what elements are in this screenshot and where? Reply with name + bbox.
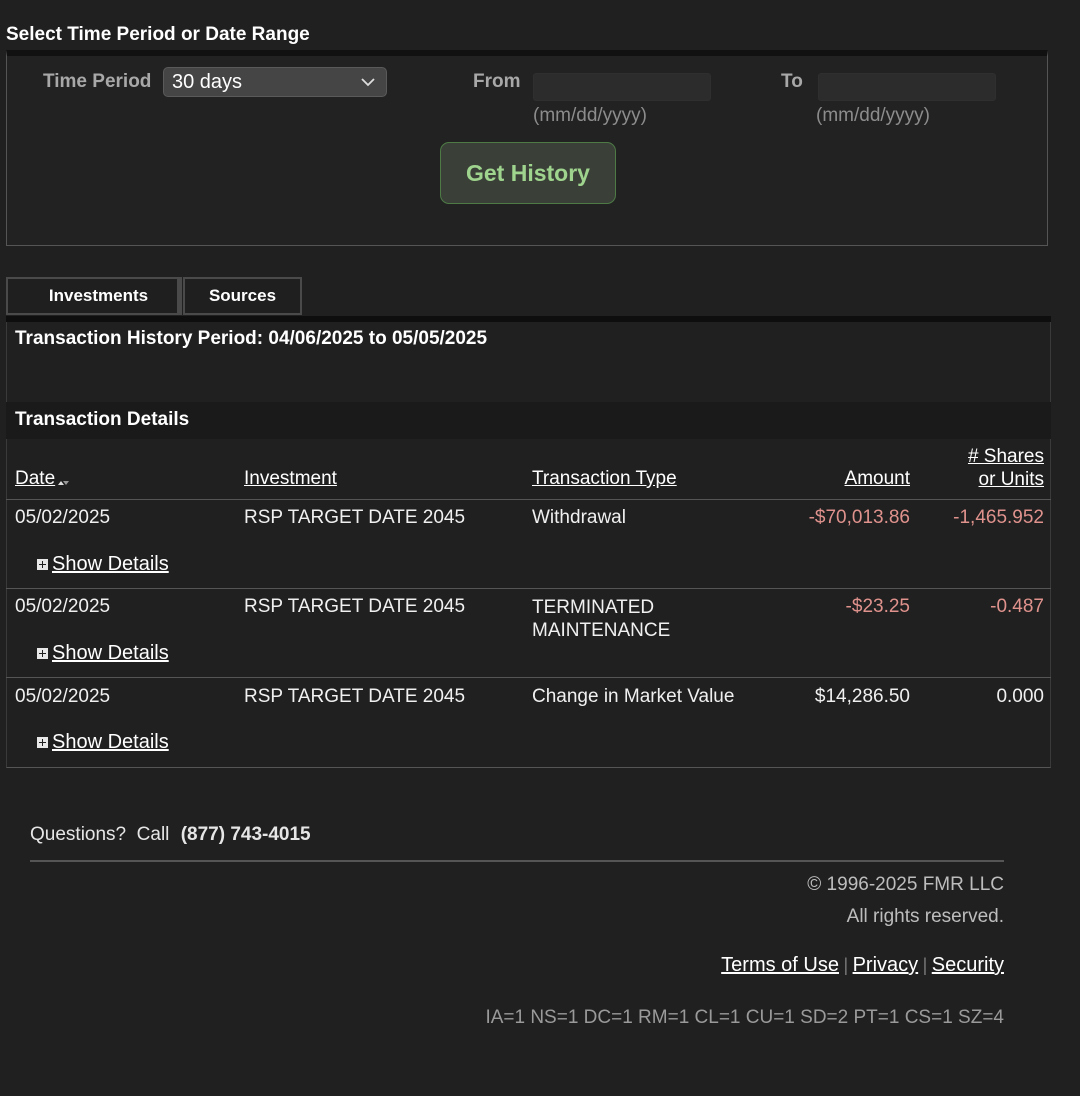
- row-1-shares: -1,465.952: [953, 507, 1044, 528]
- row-2-show-details-label: Show Details: [52, 642, 169, 664]
- to-date-input[interactable]: [818, 73, 996, 101]
- phone-number: (877) 743-4015: [180, 824, 311, 845]
- sort-icon: [57, 470, 70, 485]
- copyright: © 1996-2025 FMR LLC: [807, 874, 1004, 895]
- row-divider: [6, 588, 1051, 589]
- row-2-investment: RSP TARGET DATE 2045: [244, 596, 466, 617]
- row-3-type: Change in Market Value: [532, 686, 735, 707]
- time-period-select[interactable]: 30 days: [163, 67, 387, 97]
- to-label: To: [781, 71, 803, 92]
- tab-investments[interactable]: Investments: [6, 277, 182, 315]
- row-1-date: 05/02/2025: [15, 507, 111, 528]
- expand-plus-icon: [37, 559, 48, 570]
- row-2-type: TERMINATED MAINTENANCE: [532, 596, 670, 642]
- column-header-shares-line2: or Units: [978, 469, 1044, 490]
- tab-sources[interactable]: Sources: [183, 277, 302, 315]
- row-3-show-details-label: Show Details: [52, 731, 169, 753]
- section-title: Select Time Period or Date Range: [6, 24, 310, 45]
- to-date-hint: (mm/dd/yyyy): [816, 105, 930, 126]
- row-3-show-details[interactable]: Show Details: [37, 731, 169, 754]
- time-period-value: 30 days: [172, 71, 243, 93]
- row-2-type-line1: TERMINATED: [532, 597, 655, 618]
- table-header-divider: [6, 499, 1051, 500]
- row-3-date: 05/02/2025: [15, 686, 111, 707]
- row-1-investment: RSP TARGET DATE 2045: [244, 507, 466, 528]
- column-header-shares[interactable]: # Shares or Units: [968, 445, 1044, 491]
- get-history-button[interactable]: Get History: [440, 142, 616, 204]
- column-header-amount[interactable]: Amount: [845, 468, 910, 490]
- transaction-details-header: Transaction Details: [6, 402, 1051, 439]
- row-2-shares: -0.487: [990, 596, 1044, 617]
- row-1-show-details[interactable]: Show Details: [37, 553, 169, 576]
- row-2-show-details[interactable]: Show Details: [37, 642, 169, 665]
- row-2-date: 05/02/2025: [15, 596, 111, 617]
- link-separator: |: [843, 955, 849, 975]
- from-date-input[interactable]: [533, 73, 711, 101]
- row-1-amount: -$70,013.86: [808, 507, 910, 528]
- time-period-label: Time Period: [43, 71, 152, 92]
- privacy-link[interactable]: Privacy: [853, 954, 919, 976]
- debug-codes: IA=1 NS=1 DC=1 RM=1 CL=1 CU=1 SD=2 PT=1 …: [485, 1007, 1004, 1028]
- row-2-type-line2: MAINTENANCE: [532, 620, 671, 641]
- footer-links: Terms of Use | Privacy | Security: [721, 954, 1004, 977]
- column-header-transaction-type[interactable]: Transaction Type: [532, 468, 677, 490]
- row-2-amount: -$23.25: [845, 596, 910, 617]
- column-header-date-label: Date: [15, 468, 56, 489]
- rights-reserved: All rights reserved.: [846, 906, 1004, 927]
- link-separator: |: [922, 955, 928, 975]
- questions-text: Questions? Call (877) 743-4015: [30, 824, 311, 846]
- row-1-show-details-label: Show Details: [52, 553, 169, 575]
- footer-divider: [30, 860, 1004, 862]
- from-date-hint: (mm/dd/yyyy): [533, 105, 647, 126]
- expand-plus-icon: [37, 648, 48, 659]
- row-3-amount: $14,286.50: [814, 686, 910, 707]
- security-link[interactable]: Security: [932, 954, 1004, 976]
- tab-sources-label: Sources: [208, 286, 277, 305]
- from-label: From: [473, 71, 521, 92]
- tab-investments-label: Investments: [48, 286, 149, 305]
- terms-of-use-link[interactable]: Terms of Use: [721, 954, 839, 976]
- row-divider: [6, 677, 1051, 678]
- column-header-date[interactable]: Date: [15, 468, 70, 490]
- chevron-down-icon: [360, 70, 376, 99]
- column-header-investment[interactable]: Investment: [244, 468, 337, 490]
- questions-label: Questions? Call: [30, 824, 170, 845]
- expand-plus-icon: [37, 737, 48, 748]
- history-period: Transaction History Period: 04/06/2025 t…: [15, 328, 488, 349]
- row-3-investment: RSP TARGET DATE 2045: [244, 686, 466, 707]
- row-3-shares: 0.000: [996, 686, 1044, 707]
- column-header-shares-line1: # Shares: [967, 446, 1044, 467]
- row-1-type: Withdrawal: [532, 507, 626, 528]
